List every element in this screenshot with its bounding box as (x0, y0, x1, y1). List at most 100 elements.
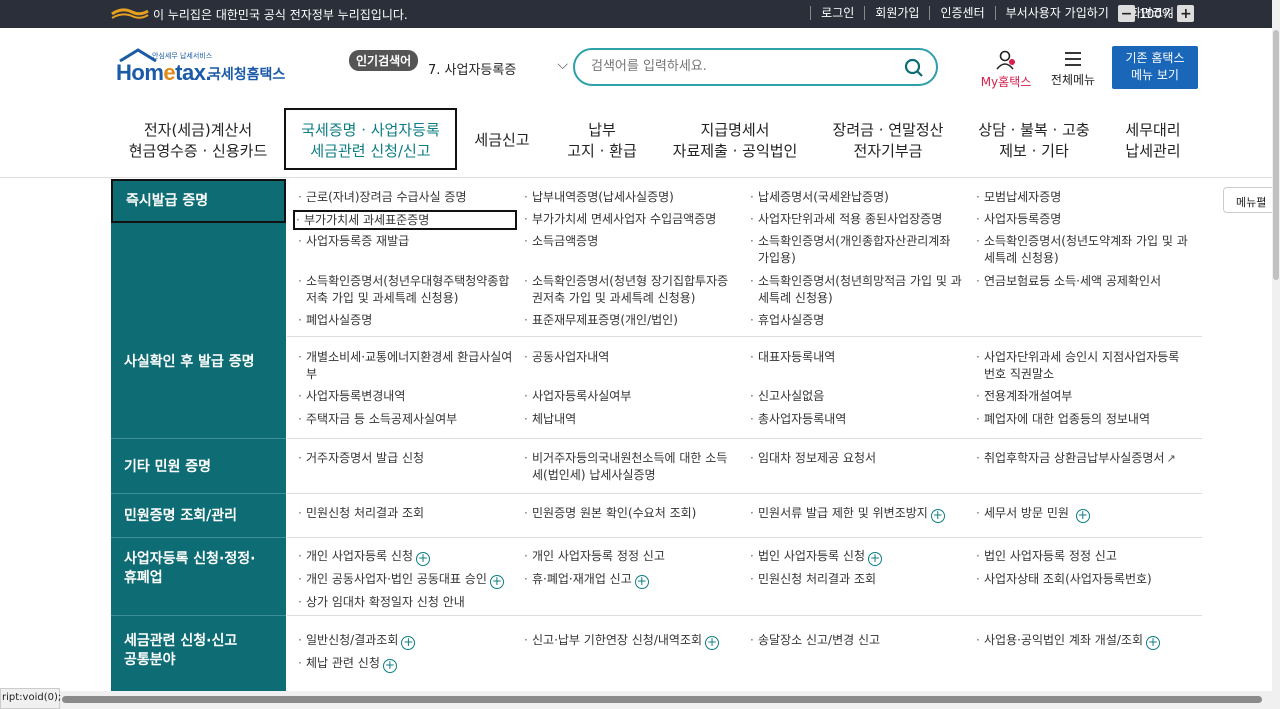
plus-icon: + (930, 508, 945, 523)
section-verified-cert: 개별소비세·교통에너지환경세 환급사실여부 공동사업자내역 대표자등록내역 사업… (287, 337, 1202, 439)
menu-link[interactable]: 민원신청 처리결과 조회 (297, 505, 424, 522)
menu-link[interactable]: 개별소비세·교통에너지환경세 환급사실여부 (297, 349, 517, 383)
plus-icon: + (1075, 508, 1090, 523)
menu-link[interactable]: 근로(자녀)장려금 수급사실 증명 (297, 189, 467, 206)
old-hometax-menu-button[interactable]: 기존 홈택스 메뉴 보기 (1112, 46, 1198, 89)
scrollbar-thumb[interactable] (62, 696, 1262, 703)
menu-link[interactable]: 주택자금 등 소득공제사실여부 (297, 411, 457, 428)
sidebar-item-instant-cert[interactable]: 즉시발급 증명 (111, 179, 286, 223)
plus-icon: + (382, 658, 397, 673)
menu-link[interactable]: 소득확인증명서(청년도약계좌 가입 및 과세특례 신청용) (975, 233, 1195, 267)
menu-link[interactable]: 사업자단위과세 승인시 지점사업자등록번호 직권말소 (975, 349, 1190, 383)
zoom-control: − 100% + (1118, 5, 1195, 22)
menu-link[interactable]: 세무서 방문 민원 + (975, 505, 1090, 523)
section-other-cert: 거주자증명서 발급 신청 비거주자등의국내원천소득에 대한 소득세(법인세) 납… (287, 439, 1202, 494)
gnb-incentive[interactable]: 장려금 · 연말정산 전자기부금 (826, 120, 950, 162)
sidebar-item-business-registration[interactable]: 사업자등록 신청·정정·휴폐업 (111, 538, 286, 616)
menu-link[interactable]: 민원신청 처리결과 조회 (749, 571, 876, 588)
menu-link[interactable]: 소득확인증명서(청년우대형주택청약종합저축 가입 및 과세특례 신청용) (297, 273, 517, 307)
search-input[interactable] (591, 59, 891, 74)
menu-link[interactable]: 납부내역증명(납세사실증명) (523, 189, 674, 206)
hamburger-icon (1065, 52, 1081, 66)
menu-link[interactable]: 휴·폐업·재개업 신고+ (523, 571, 649, 589)
popular-search-badge: 인기검색어 (349, 50, 419, 71)
menu-link[interactable]: 납세증명서(국세완납증명) (749, 189, 889, 206)
menu-link[interactable]: 송달장소 신고/변경 신고 (749, 632, 880, 649)
gnb-certificate-registration[interactable]: 국세증명 · 사업자등록 세금관련 신청/신고 (284, 108, 457, 170)
menu-link-student-loan-cert[interactable]: 취업후학자금 상환금납부사실증명서↗ (975, 450, 1176, 467)
signup-link[interactable]: 회원가입 (864, 6, 929, 20)
gnb-payment[interactable]: 납부 고지 · 환급 (560, 120, 644, 162)
menu-link[interactable]: 사업자등록증명 (975, 211, 1061, 228)
menu-link[interactable]: 폐업사실증명 (297, 312, 372, 329)
menu-link[interactable]: 사업자등록변경내역 (297, 388, 405, 405)
menu-link[interactable]: 폐업자에 대한 업종등의 정보내역 (975, 411, 1150, 428)
all-menu-button[interactable]: 전체메뉴 (1045, 50, 1101, 88)
menu-link[interactable]: 신고사실없음 (749, 388, 824, 405)
hometax-logo[interactable]: 안심세무 납세서비스 Hometax. 국세청홈택스 (112, 46, 302, 86)
menu-link[interactable]: 휴업사실증명 (749, 312, 824, 329)
menu-link[interactable]: 소득확인증명서(개인종합자산관리계좌 가입용) (749, 233, 959, 267)
sidebar-item-common-application[interactable]: 세금관련 신청·신고 공통분야 (111, 616, 286, 696)
menu-link[interactable]: 상가 임대차 확정일자 신청 안내 (297, 594, 465, 611)
menu-link[interactable]: 거주자증명서 발급 신청 (297, 450, 424, 467)
menu-link[interactable]: 소득확인증명서(청년희망적금 가입 및 과세특례 신청용) (749, 273, 964, 307)
my-hometax-button[interactable]: My홈택스 (976, 50, 1036, 90)
scrollbar-thumb[interactable] (1273, 30, 1279, 280)
menu-link[interactable]: 총사업자등록내역 (749, 411, 846, 428)
menu-link[interactable]: 사업자등록사실여부 (523, 388, 631, 405)
sidebar-item-cert-inquiry[interactable]: 민원증명 조회/관리 (111, 494, 286, 538)
menu-link[interactable]: 개인 사업자등록 정정 신고 (523, 548, 665, 565)
plus-icon: + (1146, 635, 1161, 650)
menu-link-vat-tax-base-cert[interactable]: 부가가치세 과세표준증명 (293, 210, 517, 230)
menu-link[interactable]: 비거주자등의국내원천소득에 대한 소득세(법인세) 납세사실증명 (523, 450, 733, 484)
menu-link[interactable]: 사업용·공익법인 계좌 개설/조회+ (975, 632, 1161, 650)
chevron-down-icon: ⌵ (557, 57, 568, 73)
gnb-consult[interactable]: 상담 · 불복 · 고충 제보 · 기타 (972, 120, 1096, 162)
sidebar-item-verified-cert[interactable]: 사실확인 후 발급 증명 (111, 331, 286, 439)
login-link[interactable]: 로그인 (810, 6, 864, 20)
menu-link[interactable]: 개인 사업자등록 신청+ (297, 548, 430, 566)
menu-link[interactable]: 전용계좌개설여부 (975, 388, 1072, 405)
gov-banner: 이 누리집은 대한민국 공식 전자정부 누리집입니다. 로그인 회원가입 인증센… (0, 0, 1280, 28)
plus-icon: + (489, 574, 504, 589)
menu-link[interactable]: 임대차 정보제공 요청서 (749, 450, 876, 467)
menu-link[interactable]: 개인 공동사업자·법인 공동대표 승인+ (297, 571, 504, 589)
gnb-tax-agent[interactable]: 세무대리 납세관리 (1116, 120, 1190, 162)
zoom-in-button[interactable]: + (1177, 5, 1195, 22)
vertical-scrollbar[interactable] (1272, 0, 1280, 709)
menu-link[interactable]: 부가가치세 면세사업자 수입금액증명 (523, 211, 716, 228)
menu-link[interactable]: 법인 사업자등록 신청+ (749, 548, 882, 566)
gnb-payment-statement[interactable]: 지급명세서 자료제출 · 공익법인 (668, 120, 802, 162)
menu-link[interactable]: 소득확인증명서(청년형 장기집합투자증권저축 가입 및 과세특례 신청용) (523, 273, 733, 307)
menu-link[interactable]: 체납 관련 신청+ (297, 655, 397, 673)
menu-link[interactable]: 일반신청/결과조회+ (297, 632, 416, 650)
sidebar-item-other-cert[interactable]: 기타 민원 증명 (111, 439, 286, 494)
cert-center-link[interactable]: 인증센터 (929, 6, 994, 20)
global-nav: 전자(세금)계산서 현금영수증 · 신용카드 국세증명 · 사업자등록 세금관련 신… (0, 106, 1280, 178)
menu-link[interactable]: 사업자단위과세 적용 종된사업장증명 (749, 211, 942, 228)
menu-link[interactable]: 모범납세자증명 (975, 189, 1061, 206)
plus-icon: + (868, 551, 882, 566)
gnb-e-invoice[interactable]: 전자(세금)계산서 현금영수증 · 신용카드 (128, 120, 268, 162)
plus-icon: + (401, 635, 416, 650)
menu-link[interactable]: 민원서류 발급 제한 및 위변조방지+ (749, 505, 945, 523)
popular-search-value: 7. 사업자등록증 (428, 63, 517, 78)
menu-link[interactable]: 소득금액증명 (523, 233, 598, 250)
menu-link[interactable]: 사업자등록증 재발급 (297, 233, 409, 250)
popular-search-select[interactable]: 7. 사업자등록증 ⌵ (428, 57, 568, 78)
menu-link[interactable]: 사업자상태 조회(사업자등록번호) (975, 571, 1152, 588)
menu-link[interactable]: 법인 사업자등록 정정 신고 (975, 548, 1117, 565)
horizontal-scrollbar[interactable] (58, 691, 1280, 709)
menu-link[interactable]: 공동사업자내역 (523, 349, 609, 366)
menu-link[interactable]: 대표자등록내역 (749, 349, 835, 366)
menu-link[interactable]: 민원증명 원본 확인(수요처 조회) (523, 505, 696, 522)
zoom-out-button[interactable]: − (1118, 5, 1135, 22)
search-icon[interactable] (904, 58, 924, 78)
gnb-tax-return[interactable]: 세금신고 (470, 130, 534, 151)
menu-link[interactable]: 표준재무제표증명(개인/법인) (523, 312, 678, 329)
dept-user-signup-link[interactable]: 부서사용자 가입하기 (994, 6, 1119, 20)
menu-link[interactable]: 체납내역 (523, 411, 576, 428)
menu-link[interactable]: 연금보험료등 소득·세액 공제확인서 (975, 273, 1161, 290)
menu-link[interactable]: 신고·납부 기한연장 신청/내역조회+ (523, 632, 720, 650)
